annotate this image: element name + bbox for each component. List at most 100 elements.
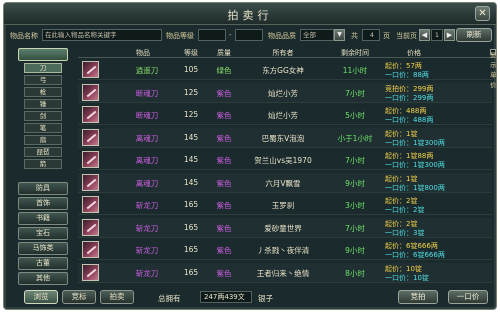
item-name: 断魂刀 xyxy=(135,88,159,98)
table-row[interactable]: 逍遥刀 105 绿色 东方GG女神 11小时 起价：57两 一口价：88两 xyxy=(78,60,492,80)
item-icon[interactable] xyxy=(82,218,99,236)
item-icon[interactable] xyxy=(82,241,99,258)
total-pages: 4 xyxy=(362,29,380,41)
item-name: 逍遥刀 xyxy=(135,66,159,75)
table-row[interactable]: 断魂刀 125 紫色 灿烂小芳 5小时 起价：488两 一口价：488两 xyxy=(78,105,492,125)
subcategory-bi[interactable]: 笔 xyxy=(24,123,62,133)
subcategory-dao[interactable]: 刀 xyxy=(24,63,62,73)
level-from-input[interactable] xyxy=(198,29,226,41)
quality-select[interactable]: 全部 xyxy=(300,29,334,41)
remaining-time: 7小时 xyxy=(345,223,365,233)
category-jewelry[interactable]: 首饰 xyxy=(18,197,68,210)
category-gems[interactable]: 宝石 xyxy=(18,227,68,240)
level-to-input[interactable] xyxy=(235,29,263,41)
item-quality: 紫色 xyxy=(216,88,232,98)
current-page-label: 当前页 xyxy=(396,32,417,40)
buyout-price: 一口价：10锭 xyxy=(385,273,429,282)
refresh-button[interactable]: 刷新 xyxy=(456,28,492,42)
item-name: 斩龙刀 xyxy=(135,201,159,210)
header-time[interactable]: 剩余时间 xyxy=(330,48,380,58)
table-row[interactable]: 离魂刀 145 紫色 巴蜀东V泡泡 小于1小时 起价：1锭 一口价：1锭300两 xyxy=(78,128,492,148)
close-icon: ✕ xyxy=(478,8,487,19)
item-level: 125 xyxy=(183,87,199,97)
category-armor[interactable]: 防具 xyxy=(18,182,68,195)
tab-browse[interactable]: 浏览 xyxy=(24,290,58,304)
item-icon[interactable] xyxy=(82,263,99,281)
buyout-price: 一口价：6锭666两 xyxy=(385,251,445,259)
item-owner: 爱砂童世界 xyxy=(264,223,302,233)
remaining-time: 7小时 xyxy=(345,88,365,98)
item-owner: 巴蜀东V泡泡 xyxy=(261,133,305,143)
header-quality[interactable]: 质量 xyxy=(210,48,238,58)
tab-bid[interactable]: 竞标 xyxy=(62,290,96,304)
item-level: 145 xyxy=(183,177,199,187)
title-bar[interactable]: 拍卖行 ✕ xyxy=(4,3,496,25)
item-icon[interactable] xyxy=(82,61,99,78)
buyout-price: 一口价：299两 xyxy=(385,93,434,102)
item-level: 165 xyxy=(183,245,199,254)
buyout-price: 一口价：1锭800两 xyxy=(385,183,445,192)
item-quality: 紫色 xyxy=(216,111,232,120)
table-row[interactable]: 斩龙刀 165 紫色 王者归来丶绝情 8小时 起价：10锭 一口价：10锭 xyxy=(78,263,492,283)
item-icon[interactable] xyxy=(82,106,99,123)
table-row[interactable]: 离魂刀 145 紫色 贺兰山vs吴1970 7小时 起价：1锭88两 一口价：1锭300两 xyxy=(78,150,492,170)
close-button[interactable]: ✕ xyxy=(475,6,490,21)
item-name: 斩龙刀 xyxy=(135,223,159,233)
subcategory-jian-arrow[interactable]: 箭 xyxy=(24,159,62,169)
item-level-label: 物品等级 xyxy=(166,32,194,40)
subcategory-chui[interactable]: 锤 xyxy=(24,99,62,109)
bid-button[interactable]: 竞拍 xyxy=(398,290,438,304)
category-horse-gear[interactable]: 马饰类 xyxy=(18,242,68,255)
table-row[interactable]: 斩龙刀 165 紫色 丿杀戮丶夜伴清 9小时 起价：6锭666两 一口价：6锭666两 xyxy=(78,240,492,260)
next-page-button[interactable]: ▶ xyxy=(444,29,455,41)
item-level: 125 xyxy=(183,110,199,119)
header-level[interactable]: 等级 xyxy=(178,48,204,58)
tab-auction[interactable]: 拍卖 xyxy=(100,290,134,304)
buyout-price: 一口价：1锭300两 xyxy=(385,161,445,169)
category-antiques[interactable]: 古董 xyxy=(18,257,68,270)
category-books[interactable]: 书籍 xyxy=(18,212,68,225)
category-other[interactable]: 其他 xyxy=(18,272,68,285)
subcategory-qiang[interactable]: 枪 xyxy=(24,87,62,97)
money-value: 247两439文 xyxy=(200,291,252,303)
item-icon[interactable] xyxy=(82,196,99,213)
category-weapons[interactable] xyxy=(18,48,68,61)
buyout-button[interactable]: 一口价 xyxy=(448,290,488,304)
subcategory-pipa[interactable]: 琵琶 xyxy=(24,147,62,157)
chevron-down-icon: ▼ xyxy=(337,31,342,38)
subcategory-jian[interactable]: 剑 xyxy=(24,111,62,121)
arrow-left-icon: ◀ xyxy=(421,31,428,39)
remaining-time: 3小时 xyxy=(345,201,365,210)
table-row[interactable]: 斩龙刀 165 紫色 爱砂童世界 7小时 起价：2锭 一口价：3锭 xyxy=(78,218,492,238)
prev-page-button[interactable]: ◀ xyxy=(419,29,430,41)
remaining-time: 9小时 xyxy=(345,246,365,255)
buyout-price: 一口价：488两 xyxy=(385,116,434,124)
table-row[interactable]: 断魂刀 125 紫色 灿烂小芳 7小时 竞拍价：299两 一口价：299两 xyxy=(78,83,492,103)
table-row[interactable]: 离魂刀 145 紫色 六月V飘雪 9小时 起价：1锭 一口价：1锭800两 xyxy=(78,173,492,193)
header-owner[interactable]: 所有者 xyxy=(238,48,328,58)
table-row[interactable]: 斩龙刀 165 紫色 玉罗刹 3小时 起价：2锭 一口价：2锭 xyxy=(78,195,492,215)
item-level: 145 xyxy=(183,132,199,142)
header-price[interactable]: 价格 xyxy=(385,48,443,58)
item-icon[interactable] xyxy=(82,128,99,146)
search-bar: 物品名称 在此输入物品名称关键字 物品等级 - 物品品质 全部 ▼ 共 4 页 … xyxy=(10,28,492,43)
item-icon[interactable] xyxy=(82,173,99,191)
current-page-input[interactable]: 1 xyxy=(431,29,443,41)
item-name-input[interactable]: 在此输入物品名称关键字 xyxy=(42,29,162,41)
item-icon[interactable] xyxy=(82,151,99,168)
buyout-price: 一口价：2锭 xyxy=(385,206,425,214)
remaining-time: 9小时 xyxy=(345,178,365,188)
header-item[interactable]: 物品 xyxy=(108,48,178,58)
item-name: 斩龙刀 xyxy=(135,268,159,278)
remaining-time: 8小时 xyxy=(345,268,365,278)
item-quality: 紫色 xyxy=(216,268,232,278)
item-quality: 紫色 xyxy=(216,156,232,165)
subcategory-shan[interactable]: 扇 xyxy=(24,135,62,145)
window-title: 拍卖行 xyxy=(227,9,273,22)
item-quality: 紫色 xyxy=(216,133,232,143)
table-header: 物品 等级 质量 所有者 剩余时间 价格 显示单价 xyxy=(78,47,496,89)
quality-dropdown-button[interactable]: ▼ xyxy=(334,29,345,41)
remaining-time: 5小时 xyxy=(345,111,365,120)
subcategory-gong[interactable]: 弓 xyxy=(24,75,62,85)
item-icon[interactable] xyxy=(82,83,99,101)
